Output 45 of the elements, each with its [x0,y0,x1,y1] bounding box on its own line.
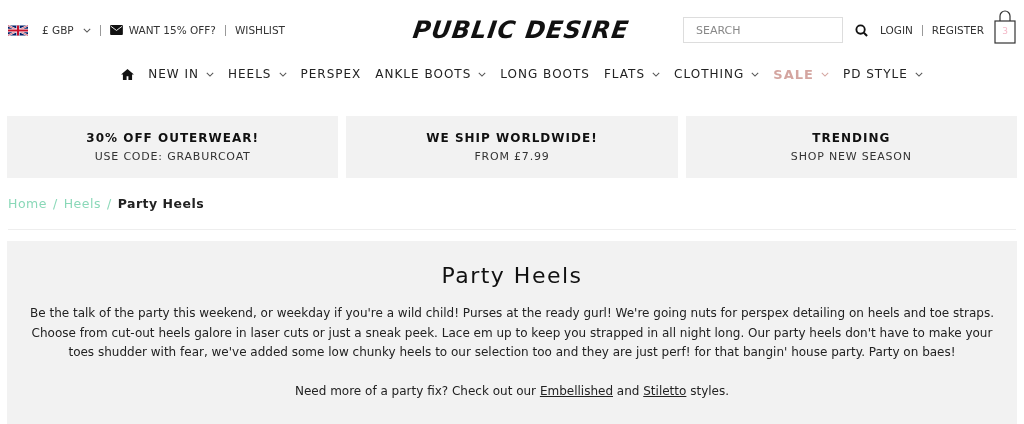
caret-icon [278,71,287,77]
caret-icon [914,71,923,77]
nav-item[interactable]: NEW IN [148,67,214,81]
search-field[interactable]: SEARCH [683,17,843,43]
promo-subtitle: FROM £7.99 [474,150,550,163]
caret-icon [82,27,91,33]
nav-item[interactable]: PD STYLE [842,67,923,81]
nav-item[interactable]: CLOTHING [674,67,760,81]
promo-banner[interactable]: TRENDING SHOP NEW SEASON [685,116,1017,178]
category-description: Be the talk of the party this weekend, or weekday if you're a wild child! Purses at the ready gurl! We're going nuts for perspex detailing on heels and toe straps. Choose from cut-out heels galore in laser cuts or just a sneak peek. Lace em up to keep you strapped in all night long. Our party heels don't have to make your toes shudder with fear, we've added some low chunky heels to our selection too and they are just perf! for that bangin' house party. Party on baes! [29,305,995,361]
nav-item[interactable]: FLATS [603,67,661,81]
style-link[interactable]: Stiletto [643,383,687,398]
promo-title: 30% OFF OUTERWEAR! [86,131,259,145]
promo-banner[interactable]: 30% OFF OUTERWEAR! USE CODE: GRABURCOAT [7,116,339,178]
wishlist-link[interactable]: WISHLIST [234,24,285,36]
nav-item[interactable]: LONG BOOTS [500,67,590,81]
caret-icon [206,71,214,77]
caret-icon [478,71,487,77]
caret-icon [652,71,661,77]
logo[interactable]: PUBLIC DESIRE [410,16,631,44]
category-links-sentence: Need more of a party fix? Check out our Embellished and Stiletto styles. [294,382,730,400]
search-icon[interactable] [855,23,868,37]
caret-icon [820,71,829,77]
nav-item[interactable]: HEELS [228,67,287,81]
promo-subtitle: USE CODE: GRABURCOAT [94,150,251,163]
envelope-icon [109,25,123,35]
promo-title: WE SHIP WORLDWIDE! [426,131,598,145]
breadcrumb-current: Party Heels [117,196,205,211]
caret-icon [751,71,760,77]
offer-link[interactable]: WANT 15% OFF? [128,24,216,36]
register-link[interactable]: REGISTER [931,24,984,36]
breadcrumb-separator: / [52,196,58,211]
flag-icon[interactable] [8,24,28,36]
home-icon[interactable] [121,68,135,80]
breadcrumb-separator: / [106,196,112,211]
category-title: Party Heels [440,263,584,288]
style-link[interactable]: Embellished [539,383,613,398]
login-link[interactable]: LOGIN [880,24,913,36]
currency-selector[interactable]: £ GBP [42,24,91,36]
nav-item[interactable]: PERSPEX [300,67,362,81]
promo-subtitle: SHOP NEW SEASON [790,150,912,163]
promo-title: TRENDING [812,131,891,145]
cart-count: 3 [1001,26,1009,36]
nav-item[interactable]: ANKLE BOOTS [375,67,487,81]
promo-banner[interactable]: WE SHIP WORLDWIDE! FROM £7.99 [346,116,678,178]
